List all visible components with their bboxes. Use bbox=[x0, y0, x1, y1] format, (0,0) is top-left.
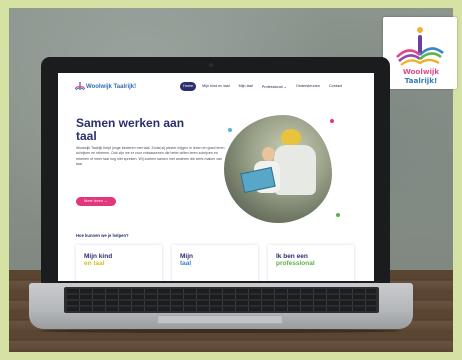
card-mijn-kind[interactable]: Mijn kind en taal bbox=[76, 245, 162, 281]
laptop-keyboard bbox=[64, 287, 379, 313]
card-title-line2: professional bbox=[276, 260, 315, 267]
card-title-line2: taal bbox=[180, 260, 192, 267]
decor-dot bbox=[228, 128, 232, 132]
nav-item-mijn-kind[interactable]: Mijn kind en taal bbox=[199, 82, 232, 91]
hero-photo-reading bbox=[224, 115, 332, 223]
read-more-button[interactable]: Meer lezen → bbox=[76, 197, 116, 206]
laptop-shadow bbox=[40, 329, 400, 333]
laptop-trackpad bbox=[157, 315, 283, 324]
site-navbar: Woolwijk Taalrijk! Home Mijn kind en taa… bbox=[58, 73, 374, 99]
child-head bbox=[262, 147, 275, 161]
card-title-line1: Mijn bbox=[180, 253, 193, 260]
logo-word-1: Woolwijk bbox=[402, 67, 440, 76]
card-professional[interactable]: Ik ben een professional bbox=[268, 245, 354, 281]
open-book-logo-icon bbox=[396, 27, 444, 66]
logo-wordmark: Woolwijk Taalrijk! bbox=[387, 67, 455, 85]
decor-dot bbox=[336, 213, 340, 217]
brand-logo-badge: Woolwijk Taalrijk! bbox=[383, 17, 457, 89]
card-title-line1: Ik ben een bbox=[276, 253, 308, 260]
nav-item-home[interactable]: Home bbox=[180, 82, 197, 91]
site-nav-menu: Home Mijn kind en taal Mijn taal Profess… bbox=[180, 82, 345, 91]
adult-yellow-cap bbox=[281, 129, 301, 145]
webcam bbox=[209, 63, 213, 67]
card-title-line1: Mijn kind bbox=[84, 253, 113, 260]
card-title: Ik ben een professional bbox=[276, 253, 346, 267]
nav-item-mijn-taal[interactable]: Mijn taal bbox=[236, 82, 256, 91]
key-row bbox=[67, 307, 376, 311]
hero-title: Samen werken aan taal bbox=[76, 116, 185, 143]
key-row bbox=[67, 295, 376, 299]
site-brand[interactable]: Woolwijk Taalrijk! bbox=[86, 84, 136, 90]
card-title-line2: en taal bbox=[84, 260, 105, 267]
decor-dot bbox=[330, 119, 334, 123]
adult-figure bbox=[274, 145, 316, 195]
nav-item-contact[interactable]: Contact bbox=[326, 82, 345, 91]
logo-word-2: Taalrijk! bbox=[404, 76, 438, 85]
nav-item-professional[interactable]: Professional ⌄ bbox=[259, 82, 290, 91]
card-title: Mijn kind en taal bbox=[84, 253, 154, 267]
card-title: Mijn taal bbox=[180, 253, 250, 267]
site-logo-icon bbox=[75, 82, 85, 90]
key-row bbox=[67, 301, 376, 305]
card-mijn-taal[interactable]: Mijn taal bbox=[172, 245, 258, 281]
key-row bbox=[67, 289, 376, 293]
nav-item-ondersteunen[interactable]: Ondersteunen bbox=[293, 82, 323, 91]
help-section-title: Hoe kunnen we je helpen? bbox=[76, 233, 129, 238]
hero-paragraph: Woolwijk Taalrijk helpt jonge kinderen m… bbox=[76, 146, 225, 167]
laptop-screen: Woolwijk Taalrijk! Home Mijn kind en taa… bbox=[58, 73, 374, 281]
